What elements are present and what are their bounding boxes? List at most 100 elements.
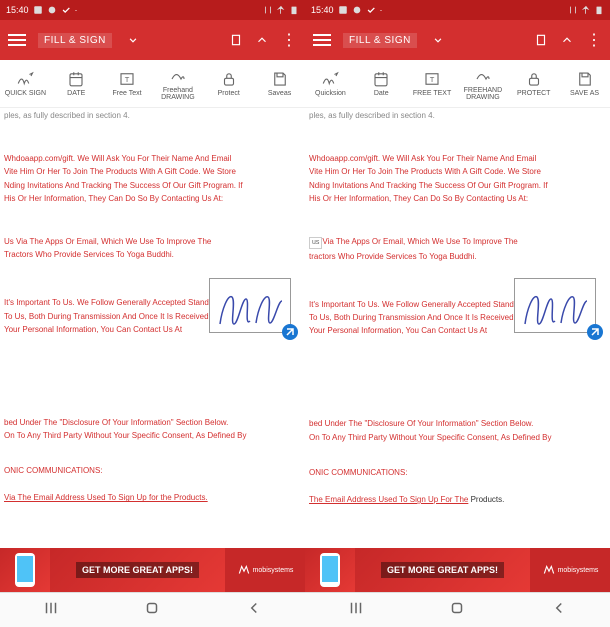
- doc-text: tractors Who Provide Services To Yoga Bu…: [309, 251, 606, 262]
- save-icon: [270, 70, 290, 88]
- ad-text: GET MORE GREAT APPS!: [355, 548, 530, 592]
- lock-icon: [219, 70, 239, 88]
- overflow-menu[interactable]: ⋮: [281, 30, 297, 50]
- back-button[interactable]: [245, 599, 263, 622]
- battery-icon: [594, 5, 604, 15]
- tool-saveas[interactable]: Saveas: [254, 60, 305, 107]
- doc-text: bed Under The "Disclosure Of Your Inform…: [309, 418, 606, 429]
- vibrate-icon: [568, 5, 578, 15]
- ad-banner[interactable]: GET MORE GREAT APPS! mobisystems: [305, 548, 610, 592]
- resize-handle[interactable]: [282, 324, 298, 340]
- tool-label: FREEHAND DRAWING: [459, 87, 506, 101]
- doc-text: bed Under The "Disclosure Of Your Inform…: [4, 417, 301, 428]
- doc-text: His Or Her Information, They Can Do So B…: [309, 193, 606, 204]
- chevron-up-icon[interactable]: [560, 33, 574, 47]
- doc-text: ples, as fully described in section 4.: [309, 110, 606, 121]
- tool-label: SAVE AS: [570, 90, 599, 97]
- dropdown-icon[interactable]: [126, 33, 140, 47]
- menu-button[interactable]: [8, 31, 28, 49]
- image-icon: [338, 5, 348, 15]
- ad-vendor: mobisystems: [530, 548, 610, 592]
- tool-label: PROTECT: [517, 90, 550, 97]
- tool-label: Saveas: [268, 90, 291, 97]
- status-bar: 15:40 ·: [0, 0, 305, 20]
- document-content[interactable]: ples, as fully described in section 4. W…: [305, 108, 610, 528]
- tool-label: Protect: [218, 90, 240, 97]
- doc-text: Vite Him Or Her To Join The Products Wit…: [4, 166, 301, 177]
- doc-text: Vite Him Or Her To Join The Products Wit…: [309, 166, 606, 177]
- tool-quicksign[interactable]: Quicksion: [305, 60, 356, 107]
- overflow-menu[interactable]: ⋮: [586, 30, 602, 50]
- calendar-icon: [66, 70, 86, 88]
- signature-icon: [15, 70, 35, 88]
- tool-quicksign[interactable]: QUICK SIGN: [0, 60, 51, 107]
- tool-freetext[interactable]: T FREE TEXT: [407, 60, 458, 107]
- tool-date[interactable]: Date: [356, 60, 407, 107]
- home-button[interactable]: [448, 599, 466, 622]
- tool-freehand[interactable]: FREEHAND DRAWING: [457, 60, 508, 107]
- check-icon: [61, 5, 71, 15]
- ad-banner[interactable]: GET MORE GREAT APPS! mobisystems: [0, 548, 305, 592]
- dropdown-icon[interactable]: [431, 33, 445, 47]
- chevron-up-icon[interactable]: [255, 33, 269, 47]
- calendar-icon: [371, 70, 391, 88]
- freehand-icon: [168, 67, 188, 85]
- sync-icon: [47, 5, 57, 15]
- tool-label: DATE: [67, 90, 85, 97]
- doc-text: Nding Invitations And Tracking The Succe…: [309, 180, 606, 191]
- tool-label: Date: [374, 90, 389, 97]
- ad-text: GET MORE GREAT APPS!: [50, 548, 225, 592]
- doc-text: Nding Invitations And Tracking The Succe…: [4, 180, 301, 191]
- home-button[interactable]: [143, 599, 161, 622]
- signature-drawing: [210, 279, 292, 334]
- freehand-icon: [473, 67, 493, 85]
- toolbar: QUICK SIGN DATE T Free Text Freehand DRA…: [0, 60, 305, 108]
- lock-icon: [524, 70, 544, 88]
- signature-box[interactable]: [209, 278, 291, 333]
- tool-freehand[interactable]: Freehand DRAWING: [152, 60, 203, 107]
- recents-button[interactable]: [347, 599, 365, 622]
- bookmark-icon[interactable]: [229, 33, 243, 47]
- doc-text: Us Via The Apps Or Email, Which We Use T…: [4, 236, 301, 247]
- status-dot: ·: [380, 5, 383, 15]
- tool-label: Free Text: [113, 90, 142, 97]
- status-bar: 15:40 ·: [305, 0, 610, 20]
- back-button[interactable]: [550, 599, 568, 622]
- resize-handle[interactable]: [587, 324, 603, 340]
- bookmark-icon[interactable]: [534, 33, 548, 47]
- doc-text: Whdoaapp.com/gift. We Will Ask You For T…: [4, 153, 301, 164]
- tool-label: Quicksion: [315, 90, 346, 97]
- toolbar: Quicksion Date T FREE TEXT FREEHAND DRAW…: [305, 60, 610, 108]
- text-icon: T: [422, 70, 442, 88]
- signature-drawing: [515, 279, 597, 334]
- tool-label: QUICK SIGN: [5, 90, 46, 97]
- sync-icon: [352, 5, 362, 15]
- vibrate-icon: [263, 5, 273, 15]
- recents-button[interactable]: [42, 599, 60, 622]
- document-content[interactable]: ples, as fully described in section 4. W…: [0, 108, 305, 528]
- signature-icon: [320, 70, 340, 88]
- mode-title[interactable]: FILL & SIGN: [38, 33, 112, 48]
- doc-text: Whdoaapp.com/gift. We Will Ask You For T…: [309, 153, 606, 164]
- tool-saveas[interactable]: SAVE AS: [559, 60, 610, 107]
- doc-text: Tractors Who Provide Services To Yoga Bu…: [4, 249, 301, 260]
- tool-protect[interactable]: Protect: [203, 60, 254, 107]
- nav-bar: [305, 592, 610, 627]
- tool-protect[interactable]: PROTECT: [508, 60, 559, 107]
- doc-text: ONIC COMMUNICATIONS:: [4, 465, 301, 476]
- ad-phone-image: [305, 548, 355, 592]
- tool-freetext[interactable]: T Free Text: [102, 60, 153, 107]
- doc-text: The Email Address Used To Sign Up For Th…: [309, 494, 606, 505]
- status-time: 15:40: [6, 5, 29, 15]
- doc-text: On To Any Third Party Without Your Speci…: [309, 432, 606, 443]
- airplane-icon: [581, 5, 591, 15]
- tool-date[interactable]: DATE: [51, 60, 102, 107]
- svg-text:T: T: [125, 75, 130, 84]
- tool-label: Freehand DRAWING: [154, 87, 201, 101]
- signature-box[interactable]: [514, 278, 596, 333]
- doc-text: His Or Her Information, They Can Do So B…: [4, 193, 301, 204]
- menu-button[interactable]: [313, 31, 333, 49]
- nav-bar: [0, 592, 305, 627]
- mode-title[interactable]: FILL & SIGN: [343, 33, 417, 48]
- image-icon: [33, 5, 43, 15]
